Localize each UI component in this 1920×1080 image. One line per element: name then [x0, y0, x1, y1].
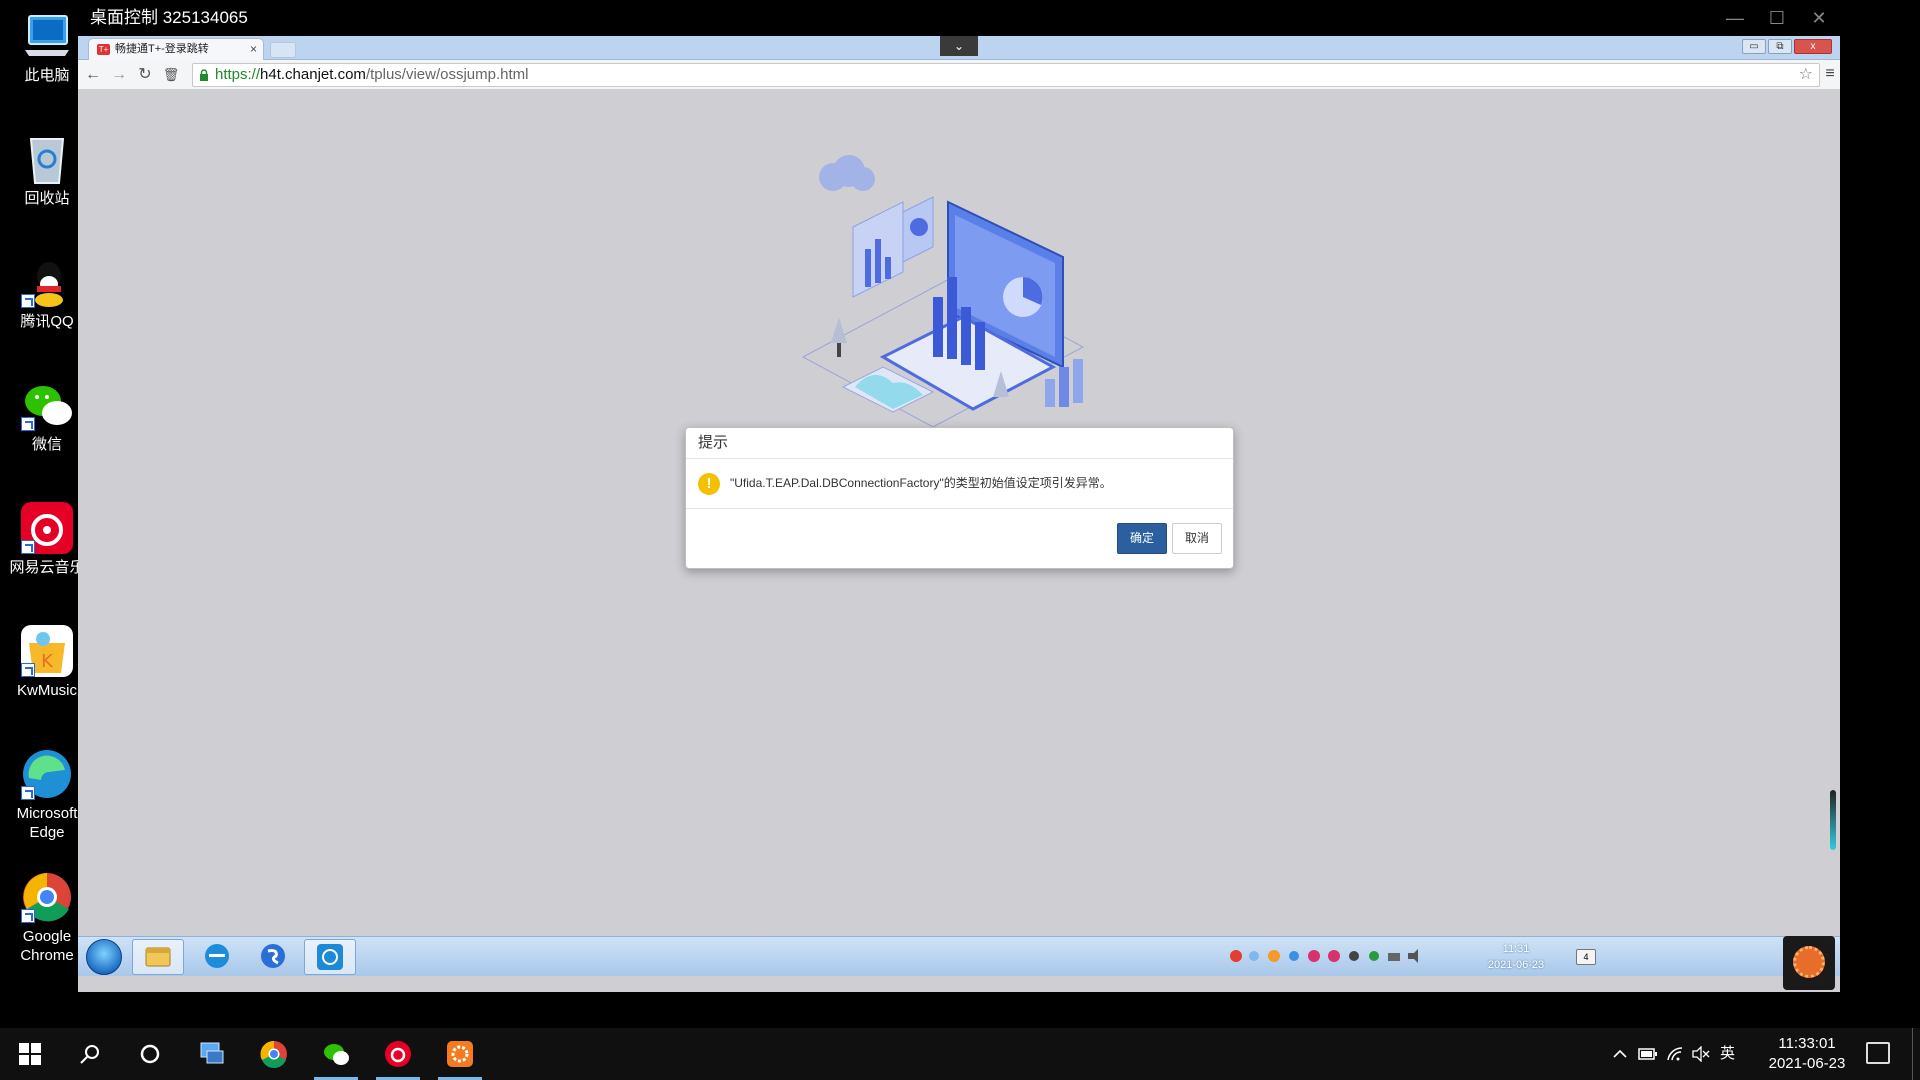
- remote-system-tray: 11:31 2021-06-23 4: [1226, 937, 1840, 977]
- host-time: 11:33:01: [1778, 1035, 1836, 1052]
- remote-start-button[interactable]: [86, 939, 122, 975]
- floating-toolbar-button[interactable]: [1783, 936, 1835, 990]
- remote-tray-icons[interactable]: [1228, 947, 1428, 968]
- desktop-icons: 此电脑 回收站 腾讯QQ 微信 网易云音乐 K KwMusic Microsof…: [0, 0, 85, 1028]
- tab-title: 畅捷通T+-登录跳转: [115, 43, 209, 55]
- shortcut-arrow-icon: [21, 417, 35, 431]
- browser-restore-button[interactable]: ⧉: [1768, 39, 1792, 54]
- show-desktop-button[interactable]: [1912, 1028, 1920, 1080]
- url-path: /tplus/view/ossjump.html: [365, 66, 529, 83]
- qq-icon: [19, 254, 75, 310]
- edge-icon: [19, 746, 75, 802]
- tab-strip: T+ 畅捷通T+-登录跳转 × ⌄ ▭ ⧉ x: [78, 36, 1840, 60]
- ie-icon[interactable]: [192, 939, 244, 975]
- svg-text:K: K: [41, 651, 54, 672]
- alert-dialog: 提示 ! "Ufida.T.EAP.Dal.DBConnectionFactor…: [685, 427, 1234, 569]
- host-taskbar: 英 11:33:01 2021-06-23: [0, 1028, 1920, 1080]
- page-content: 提示 ! "Ufida.T.EAP.Dal.DBConnectionFactor…: [78, 90, 1840, 936]
- address-bar[interactable]: https://h4t.chanjet.com/tplus/view/ossju…: [192, 63, 1820, 87]
- tab-close-button[interactable]: ×: [250, 39, 257, 59]
- netease-music-icon: [19, 500, 75, 556]
- chrome-icon[interactable]: [246, 1028, 302, 1080]
- netease-music-icon[interactable]: [370, 1028, 426, 1080]
- remote-date: 2021-06-23: [1487, 959, 1545, 971]
- reload-button[interactable]: ↻: [134, 64, 156, 86]
- wifi-icon[interactable]: [1666, 1028, 1684, 1080]
- volume-muted-icon[interactable]: [1692, 1028, 1710, 1080]
- wechat-icon: [19, 377, 75, 433]
- remote-clock[interactable]: 11:31 2021-06-23: [1466, 941, 1566, 973]
- explorer-icon[interactable]: [132, 939, 184, 975]
- browser-close-button[interactable]: x: [1794, 39, 1832, 54]
- shortcut-arrow-icon: [21, 786, 35, 800]
- remote-close-button[interactable]: ✕: [1798, 0, 1840, 36]
- shortcut-arrow-icon: [21, 294, 35, 308]
- remote-maximize-button[interactable]: ☐: [1756, 0, 1798, 36]
- url-host: h4t.chanjet.com: [260, 66, 366, 83]
- network-computer-icon[interactable]: [184, 1028, 240, 1080]
- scroll-indicator[interactable]: [1830, 790, 1836, 850]
- computer-icon: [19, 8, 75, 64]
- lock-icon: [200, 69, 208, 81]
- ok-button[interactable]: 确定: [1117, 523, 1167, 554]
- start-button[interactable]: [2, 1028, 58, 1080]
- remote-app-icon[interactable]: [304, 939, 356, 975]
- warning-icon: !: [698, 473, 720, 495]
- remote-notification-icon[interactable]: 4: [1576, 949, 1596, 965]
- action-center-icon[interactable]: [1866, 1042, 1890, 1064]
- host-date: 2021-06-23: [1768, 1055, 1846, 1072]
- dialog-message: "Ufida.T.EAP.Dal.DBConnectionFactory"的类型…: [730, 476, 1112, 490]
- bookmark-star-icon[interactable]: ☆: [1799, 64, 1813, 86]
- tab-dropdown-button[interactable]: ⌄: [940, 36, 978, 56]
- browser-toolbar: ← → ↻ 🗑 https://h4t.chanjet.com/tplus/vi…: [78, 60, 1840, 90]
- browser-minimize-button[interactable]: ▭: [1742, 39, 1766, 54]
- url-scheme: https://: [215, 66, 261, 83]
- sogou-browser-icon[interactable]: [248, 939, 300, 975]
- tab-login-jump[interactable]: T+ 畅捷通T+-登录跳转 ×: [88, 38, 264, 60]
- back-button[interactable]: ←: [82, 64, 104, 86]
- shortcut-arrow-icon: [21, 909, 35, 923]
- camera-icon: [1793, 946, 1825, 978]
- dialog-footer: 确定 取消: [686, 509, 1233, 567]
- forward-button[interactable]: →: [108, 64, 130, 86]
- battery-icon[interactable]: [1638, 1028, 1658, 1080]
- dashboard-illustration: [801, 155, 1085, 428]
- remote-taskbar: 11:31 2021-06-23 4: [78, 936, 1840, 976]
- tray-expand-icon[interactable]: [1612, 1028, 1628, 1080]
- dialog-body: ! "Ufida.T.EAP.Dal.DBConnectionFactory"的…: [686, 459, 1233, 509]
- cancel-button[interactable]: 取消: [1172, 523, 1222, 554]
- remote-time: 11:31: [1502, 943, 1530, 955]
- host-system-tray: 英 11:33:01 2021-06-23: [1604, 1028, 1920, 1080]
- search-icon[interactable]: [62, 1028, 118, 1080]
- host-clock[interactable]: 11:33:01 2021-06-23: [1762, 1034, 1852, 1074]
- kwmusic-icon[interactable]: [432, 1028, 488, 1080]
- wechat-icon[interactable]: [308, 1028, 364, 1080]
- kwmusic-icon: K: [19, 623, 75, 679]
- chrome-icon: [19, 869, 75, 925]
- shortcut-arrow-icon: [21, 663, 35, 677]
- shortcut-arrow-icon: [21, 540, 35, 554]
- cortana-icon[interactable]: [122, 1028, 178, 1080]
- ime-indicator[interactable]: 英: [1720, 1028, 1735, 1080]
- dialog-title: 提示: [686, 428, 1233, 459]
- screen: 此电脑 回收站 腾讯QQ 微信 网易云音乐 K KwMusic Microsof…: [0, 0, 1920, 1080]
- tplus-favicon-icon: T+: [97, 44, 110, 55]
- browser-window: T+ 畅捷通T+-登录跳转 × ⌄ ▭ ⧉ x ← → ↻ 🗑 https://…: [78, 36, 1840, 992]
- remote-minimize-button[interactable]: —: [1714, 0, 1756, 36]
- remote-desktop-window: 桌面控制 325134065 — ☐ ✕ T+ 畅捷通T+-登录跳转 × ⌄ ▭…: [78, 0, 1840, 1028]
- browser-menu-button[interactable]: ≡: [1822, 65, 1838, 83]
- new-tab-button[interactable]: [270, 42, 296, 58]
- trash-icon[interactable]: 🗑: [160, 64, 182, 86]
- remote-window-title: 桌面控制 325134065: [90, 8, 248, 27]
- recycle-bin-icon: [19, 131, 75, 187]
